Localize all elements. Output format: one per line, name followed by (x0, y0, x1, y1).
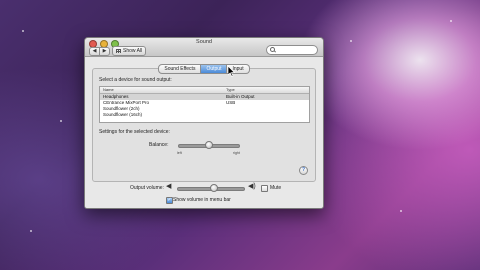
output-volume-label: Output volume: (130, 185, 164, 191)
tab-bar: Sound Effects Output Input (85, 64, 323, 74)
nav-buttons: ◀ ▶ (89, 47, 110, 56)
speaker-low-icon: ◀ (166, 183, 172, 190)
back-button[interactable]: ◀ (89, 47, 100, 56)
balance-label: Balance: (149, 142, 169, 148)
tab-sound-effects[interactable]: Sound Effects (158, 64, 202, 74)
tab-output[interactable]: Output (201, 64, 228, 74)
show-all-label: Show All (123, 48, 143, 54)
device-table[interactable]: Name Type Headphones Built-in Output CEn… (99, 86, 310, 123)
star-decoration (450, 20, 452, 22)
mute-checkbox[interactable] (261, 185, 268, 192)
star-decoration (350, 40, 352, 42)
balance-left-label: left (177, 151, 182, 155)
star-decoration (60, 120, 62, 122)
show-all-button[interactable]: Show All (112, 46, 147, 56)
mute-label: Mute (270, 185, 282, 191)
forward-button[interactable]: ▶ (100, 47, 110, 56)
search-field[interactable] (266, 45, 318, 55)
show-volume-checkbox[interactable]: ✓ (166, 197, 173, 204)
column-header-name[interactable]: Name (103, 87, 114, 93)
settings-label: Settings for the selected device: (99, 129, 170, 135)
star-decoration (30, 230, 32, 232)
device-name: Soundflower (16ch) (103, 112, 143, 117)
star-decoration (400, 210, 402, 212)
table-header: Name Type (100, 87, 309, 94)
output-pane: Select a device for sound output: Name T… (92, 68, 316, 182)
title-bar: Sound ◀ ▶ Show All (85, 38, 323, 57)
grid-icon (116, 49, 121, 53)
show-volume-label: Show volume in menu bar (173, 197, 231, 203)
sound-preferences-window: Sound ◀ ▶ Show All Sound Effects Output … (84, 37, 324, 209)
column-header-type[interactable]: Type (226, 87, 235, 93)
table-row[interactable]: Soundflower (16ch) (100, 112, 309, 118)
search-icon (270, 47, 275, 52)
select-device-label: Select a device for sound output: (99, 77, 172, 83)
balance-slider-knob[interactable] (205, 141, 213, 149)
balance-right-label: right (233, 151, 240, 155)
speaker-high-icon: ◀) (248, 183, 256, 190)
help-icon[interactable]: ? (299, 166, 308, 175)
star-decoration (22, 30, 24, 32)
